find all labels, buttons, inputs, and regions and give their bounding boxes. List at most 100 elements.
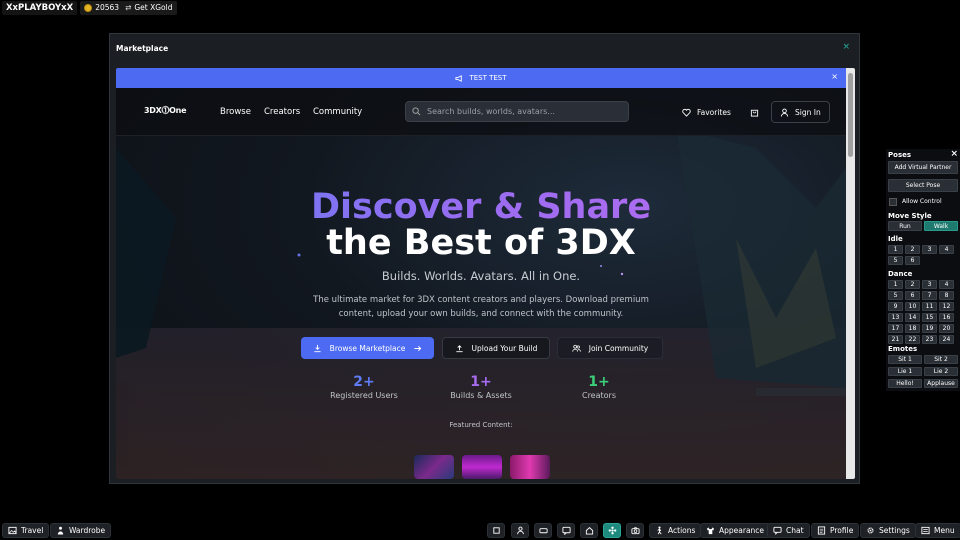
- camera-button[interactable]: [626, 523, 644, 538]
- heart-icon: [682, 108, 691, 117]
- featured-thumbnail[interactable]: [414, 455, 454, 479]
- marketplace-window: Marketplace × TEST TEST × 3DX⓵One Browse…: [109, 33, 860, 484]
- wardrobe-button[interactable]: Wardrobe: [50, 523, 112, 538]
- dance-pose-button[interactable]: 11: [922, 302, 937, 311]
- nav-community[interactable]: Community: [313, 107, 362, 117]
- window-close-button[interactable]: ×: [842, 42, 850, 52]
- nav-browse[interactable]: Browse: [220, 107, 251, 117]
- chat-label: Chat: [786, 526, 804, 535]
- poses-close-button[interactable]: ×: [950, 149, 958, 159]
- dance-pose-button[interactable]: 7: [922, 291, 937, 300]
- dance-pose-button[interactable]: 20: [939, 324, 954, 333]
- menu-button[interactable]: Menu: [915, 523, 960, 538]
- dance-pose-button[interactable]: 6: [905, 291, 920, 300]
- home-icon: [585, 527, 593, 535]
- home-button[interactable]: [580, 523, 598, 538]
- add-virtual-partner-button[interactable]: Add Virtual Partner: [888, 161, 958, 174]
- actions-button[interactable]: Actions: [649, 523, 702, 538]
- dance-pose-button[interactable]: 21: [888, 335, 903, 344]
- idle-pose-button[interactable]: 1: [888, 245, 903, 254]
- hero-tagline: Builds. Worlds. Avatars. All in One.: [381, 269, 581, 283]
- gold-badge[interactable]: 20563 ⇄ Get XGold: [80, 1, 177, 15]
- id-card-icon: [817, 526, 826, 535]
- dance-pose-button[interactable]: 22: [905, 335, 920, 344]
- banner-close-button[interactable]: ×: [831, 72, 838, 81]
- emote-button[interactable]: Lie 1: [888, 367, 922, 376]
- favorites-button[interactable]: Favorites: [676, 102, 737, 122]
- appearance-button[interactable]: Appearance: [700, 523, 771, 538]
- idle-pose-button[interactable]: 6: [905, 256, 920, 265]
- dance-pose-button[interactable]: 5: [888, 291, 903, 300]
- walk-button[interactable]: Walk: [924, 221, 958, 231]
- dance-pose-button[interactable]: 23: [922, 335, 937, 344]
- marketplace-toggle-button[interactable]: [603, 523, 621, 538]
- featured-thumbnail[interactable]: [462, 455, 502, 479]
- travel-button[interactable]: Travel: [2, 523, 50, 538]
- browse-marketplace-button[interactable]: Browse Marketplace: [301, 337, 434, 359]
- dance-pose-button[interactable]: 4: [939, 280, 954, 289]
- stat-label: Builds & Assets: [450, 391, 512, 400]
- dance-pose-button[interactable]: 10: [905, 302, 920, 311]
- appearance-label: Appearance: [719, 526, 765, 535]
- hero-description: The ultimate market for 3DX content crea…: [313, 295, 649, 319]
- arrow-right-icon: [414, 345, 422, 351]
- idle-pose-button[interactable]: 2: [905, 245, 920, 254]
- dance-pose-button[interactable]: 15: [922, 313, 937, 322]
- username[interactable]: XxPLAYBOYxX: [2, 1, 78, 15]
- announcement-banner: TEST TEST ×: [116, 68, 846, 88]
- emote-button[interactable]: Lie 2: [924, 367, 958, 376]
- dance-pose-button[interactable]: 12: [939, 302, 954, 311]
- search-input[interactable]: [427, 107, 617, 116]
- scrollbar-thumb[interactable]: [848, 73, 853, 157]
- dance-pose-button[interactable]: 24: [939, 335, 954, 344]
- idle-pose-button[interactable]: 4: [939, 245, 954, 254]
- person-outline-icon: [516, 526, 524, 535]
- top-nav: 3DX⓵One Browse Creators Community Favori…: [116, 88, 846, 136]
- chat-button[interactable]: Chat: [767, 523, 810, 538]
- user-icon: [780, 108, 789, 117]
- run-button[interactable]: Run: [888, 221, 922, 231]
- friends-button[interactable]: [511, 523, 529, 538]
- nav-creators[interactable]: Creators: [264, 107, 300, 117]
- page-scrollbar[interactable]: [846, 68, 855, 479]
- stat-number: 1+: [470, 374, 492, 390]
- dance-pose-button[interactable]: 14: [905, 313, 920, 322]
- dance-pose-button[interactable]: 3: [922, 280, 937, 289]
- featured-thumbnail[interactable]: [510, 455, 550, 479]
- emote-button[interactable]: Sit 1: [888, 355, 922, 364]
- search-box[interactable]: [405, 101, 629, 122]
- camera-icon: [630, 527, 640, 535]
- idle-pose-button[interactable]: 5: [888, 256, 903, 265]
- emote-button[interactable]: Sit 2: [924, 355, 958, 364]
- shop-button[interactable]: [487, 523, 505, 538]
- join-community-button[interactable]: Join Community: [557, 337, 663, 359]
- dance-pose-button[interactable]: 17: [888, 324, 903, 333]
- upload-build-button[interactable]: Upload Your Build: [442, 337, 550, 359]
- upload-build-label: Upload Your Build: [471, 343, 538, 353]
- allow-control-checkbox[interactable]: [889, 198, 897, 206]
- idle-pose-button[interactable]: 3: [922, 245, 937, 254]
- dance-pose-button[interactable]: 9: [888, 302, 903, 311]
- sign-in-button[interactable]: Sign In: [771, 101, 830, 123]
- dance-pose-button[interactable]: 19: [922, 324, 937, 333]
- dance-pose-button[interactable]: 8: [939, 291, 954, 300]
- poses-panel: Poses × Add Virtual Partner Select Pose …: [886, 149, 960, 391]
- dance-pose-button[interactable]: 1: [888, 280, 903, 289]
- emote-button[interactable]: Hello!: [888, 379, 922, 388]
- dance-pose-button[interactable]: 13: [888, 313, 903, 322]
- get-gold-link[interactable]: Get XGold: [134, 3, 172, 13]
- messages-button[interactable]: [557, 523, 575, 538]
- select-pose-button[interactable]: Select Pose: [888, 179, 958, 192]
- settings-button[interactable]: Settings: [860, 523, 916, 538]
- cart-button[interactable]: [744, 102, 764, 122]
- site-logo[interactable]: 3DX⓵One: [144, 105, 187, 116]
- dance-pose-button[interactable]: 16: [939, 313, 954, 322]
- stat-label: Creators: [581, 391, 616, 400]
- profile-button[interactable]: Profile: [811, 523, 860, 538]
- ticket-button[interactable]: [534, 523, 552, 538]
- emote-button[interactable]: Applause: [924, 379, 958, 388]
- idle-title: Idle: [888, 235, 903, 243]
- marketplace-page: 3DX⓵One Browse Creators Community Favori…: [116, 88, 846, 479]
- dance-pose-button[interactable]: 18: [905, 324, 920, 333]
- dance-pose-button[interactable]: 2: [905, 280, 920, 289]
